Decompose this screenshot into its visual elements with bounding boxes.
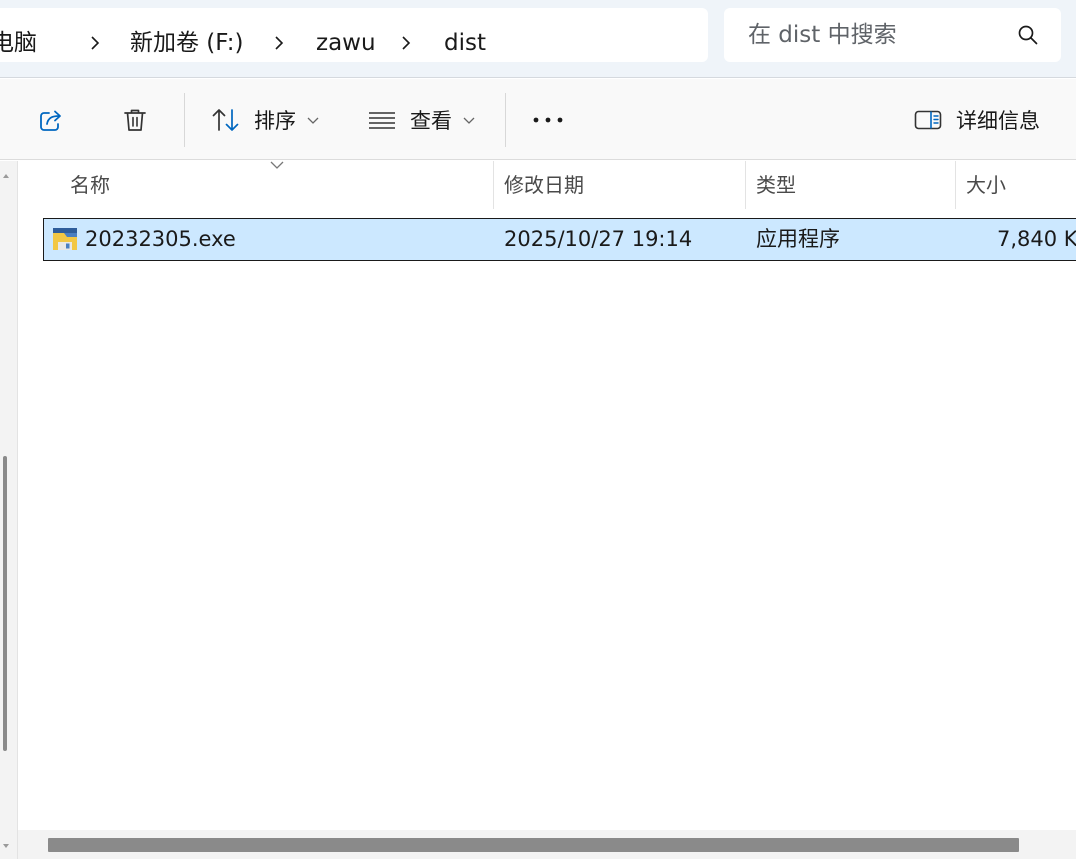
chevron-right-icon[interactable] xyxy=(268,32,290,54)
more-options-button[interactable] xyxy=(530,95,570,145)
search-box[interactable] xyxy=(724,8,1061,62)
delete-button[interactable] xyxy=(120,95,156,145)
column-divider[interactable] xyxy=(955,161,956,209)
toolbar-divider xyxy=(184,93,185,147)
breadcrumb-item-this-pc[interactable]: 此电脑 xyxy=(0,28,37,58)
column-header-type[interactable]: 类型 xyxy=(756,161,954,209)
chevron-down-icon xyxy=(307,117,319,124)
column-header-size[interactable]: 大小 xyxy=(966,161,1076,209)
breadcrumb-item-zawu[interactable]: zawu xyxy=(316,28,376,58)
file-type: 应用程序 xyxy=(756,227,840,251)
navigation-scrollbar-thumb[interactable] xyxy=(3,456,7,751)
search-icon[interactable] xyxy=(1016,23,1040,47)
column-header-modified[interactable]: 修改日期 xyxy=(504,161,744,209)
details-pane-icon xyxy=(914,110,942,130)
view-label: 查看 xyxy=(410,109,452,133)
more-icon xyxy=(533,117,563,123)
scroll-up-icon[interactable] xyxy=(1,171,11,181)
toolbar-divider xyxy=(505,93,506,147)
view-button[interactable]: 查看 xyxy=(366,95,481,145)
horizontal-scrollbar[interactable] xyxy=(18,830,1076,859)
sort-button[interactable]: 排序 xyxy=(210,95,325,145)
file-row[interactable]: 20232305.exe 2025/10/27 19:14 应用程序 7,840… xyxy=(43,218,1076,261)
breadcrumb-item-drive[interactable]: 新加卷 (F:) xyxy=(130,28,243,58)
breadcrumb-item-dist[interactable]: dist xyxy=(444,28,486,58)
file-name[interactable]: 20232305.exe xyxy=(85,219,236,260)
chevron-right-icon[interactable] xyxy=(395,32,417,54)
share-icon xyxy=(40,110,61,131)
chevron-down-icon xyxy=(463,117,475,124)
scroll-down-icon[interactable] xyxy=(1,841,11,851)
exe-file-icon xyxy=(53,228,77,250)
column-divider[interactable] xyxy=(493,161,494,209)
command-bar: 排序 查看 详细信息 xyxy=(0,79,1076,160)
address-bar-region: 此电脑 新加卷 (F:) zawu dist xyxy=(0,0,1076,78)
search-input[interactable] xyxy=(738,18,1008,52)
view-list-icon xyxy=(369,112,395,129)
file-modified-date: 2025/10/27 19:14 xyxy=(504,227,693,251)
column-header-name[interactable]: 名称 xyxy=(70,161,490,209)
details-pane-button[interactable]: 详细信息 xyxy=(912,95,1062,145)
column-divider[interactable] xyxy=(745,161,746,209)
sort-label: 排序 xyxy=(254,109,296,133)
navigation-pane-edge xyxy=(0,161,18,859)
breadcrumb[interactable]: 此电脑 新加卷 (F:) zawu dist xyxy=(0,8,708,62)
details-label: 详细信息 xyxy=(956,109,1040,133)
file-size: 7,840 KB xyxy=(997,227,1076,251)
trash-icon xyxy=(124,109,146,131)
sort-icon xyxy=(212,109,239,131)
chevron-right-icon[interactable] xyxy=(84,32,106,54)
horizontal-scrollbar-thumb[interactable] xyxy=(48,838,1019,852)
share-button[interactable] xyxy=(36,95,74,145)
